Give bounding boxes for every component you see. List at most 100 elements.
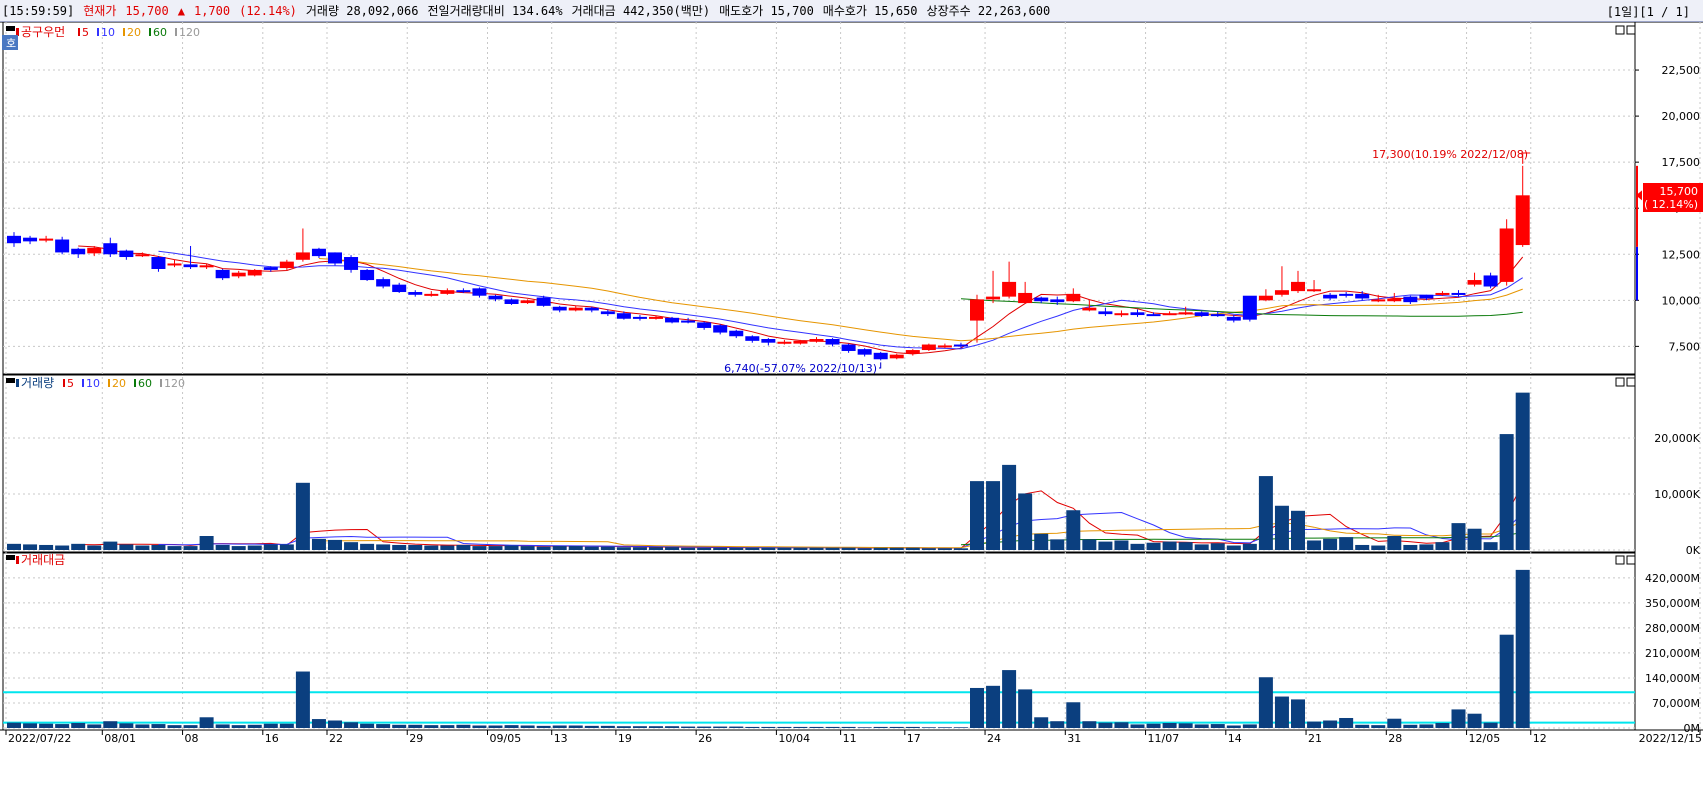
close-icon[interactable] <box>1626 555 1636 565</box>
legend-marker-icon <box>175 28 177 36</box>
volume-bar <box>440 545 455 550</box>
candle-down <box>151 257 166 269</box>
price-ma60-line <box>960 298 1523 317</box>
amount-bar <box>777 726 792 728</box>
panel-menu-icon[interactable] <box>6 378 15 383</box>
close-icon[interactable] <box>1626 25 1636 35</box>
amount-bar <box>809 726 824 728</box>
day-range-marker <box>1636 246 1638 301</box>
volume-bar <box>889 547 904 550</box>
volume-bar <box>745 547 760 550</box>
volume-bar <box>328 539 342 550</box>
volume-bar <box>1098 541 1113 550</box>
candle-down <box>1098 311 1113 315</box>
amount-bar <box>825 726 840 728</box>
volume-bar <box>1274 505 1289 550</box>
volume-bar <box>1034 533 1049 550</box>
candle-down <box>713 325 728 333</box>
panel-menu-icon[interactable] <box>6 26 15 31</box>
candle-down <box>1226 316 1241 321</box>
candle-down <box>344 257 359 270</box>
minimize-icon[interactable] <box>1615 555 1625 565</box>
amount-bar <box>456 724 471 728</box>
amount-bar <box>87 724 102 728</box>
amount-bar <box>697 726 712 728</box>
panel-menu-icon[interactable] <box>6 555 15 560</box>
volume-bar <box>841 547 856 550</box>
volume-axis-label: 0K <box>1686 544 1701 557</box>
minimize-icon[interactable] <box>1615 25 1625 35</box>
amount-bar <box>632 726 647 728</box>
amount-bar <box>376 724 391 728</box>
amount-bar <box>103 721 118 728</box>
volume-bar <box>135 545 150 550</box>
volume-bar <box>1467 528 1482 550</box>
legend-item-10: 10 <box>101 26 115 39</box>
period-paging-control[interactable]: [1일][1 / 1] <box>1607 3 1690 20</box>
volume-bar <box>199 536 214 550</box>
panel-window-icons[interactable] <box>1615 25 1636 565</box>
volume-axis-label: 20,000K <box>1654 432 1700 445</box>
amount-bar <box>183 725 198 728</box>
amount-bar <box>119 723 134 728</box>
amount-bar <box>167 725 182 728</box>
legend-marker-icon <box>149 28 151 36</box>
volume-bar <box>55 545 70 550</box>
candle-down <box>1451 292 1466 295</box>
close-icon[interactable] <box>1626 377 1636 387</box>
candle-up <box>520 300 535 304</box>
minimize-icon[interactable] <box>1615 377 1625 387</box>
amount-bar <box>1146 723 1161 728</box>
legend-marker-icon <box>63 379 65 387</box>
volume-bar <box>311 538 326 550</box>
volume-bar <box>1002 464 1017 550</box>
date-axis-label: 12/05 <box>1469 732 1501 745</box>
volume-info: 거래량 28,092,066 <box>305 4 419 18</box>
volume-bar <box>552 546 567 550</box>
amount-bar <box>713 726 728 728</box>
volume-bar <box>119 544 134 550</box>
amount-bar <box>1435 722 1450 728</box>
date-axis-label: 26 <box>698 732 712 745</box>
candle-down <box>1050 299 1065 303</box>
current-box-price: 15,700 <box>1660 185 1699 198</box>
amount-bar <box>1114 722 1129 728</box>
legend-marker-icon <box>123 28 125 36</box>
date-axis-label: 28 <box>1388 732 1402 745</box>
volume-bar <box>986 481 1001 550</box>
volume-bar <box>424 545 439 550</box>
candle-down <box>1034 297 1049 302</box>
volume-bar <box>1194 544 1209 550</box>
volume-bar <box>921 548 936 550</box>
price-axis-label: 20,000 <box>1662 110 1701 123</box>
amount-bar <box>745 726 760 728</box>
amount-bar <box>584 725 599 728</box>
volume-bar <box>1066 510 1081 550</box>
candle-up <box>1066 293 1081 302</box>
amount-bar <box>1018 689 1033 728</box>
day-range-marker <box>1636 165 1638 247</box>
volume-bar <box>665 547 680 550</box>
candle-up <box>1114 313 1129 316</box>
stock-chart[interactable]: 22,50020,00017,50015,00012,50010,0007,50… <box>0 22 1703 809</box>
candle-up <box>889 354 904 359</box>
amount-bar <box>1291 699 1305 728</box>
volume-bar <box>1499 434 1514 550</box>
candle-down <box>1355 293 1370 299</box>
legend-item-5: 5 <box>67 377 74 390</box>
volume-bar <box>504 545 519 550</box>
amount-bar <box>1194 724 1209 728</box>
candle-down <box>1242 295 1257 320</box>
legend-item-60: 60 <box>138 377 152 390</box>
volume-bar <box>1291 510 1305 550</box>
listed-shares-info: 상장주수 22,263,600 <box>926 4 1051 18</box>
date-axis-label: 13 <box>554 732 568 745</box>
panel-frame <box>2 22 1636 375</box>
amount-bar <box>295 671 310 728</box>
amount-axis-label: 420,000M <box>1645 572 1700 585</box>
panel-frame <box>2 374 1636 553</box>
axis-labels: 22,50020,00017,50015,00012,50010,0007,50… <box>8 64 1702 745</box>
candle-down <box>215 269 230 279</box>
candle-up <box>231 272 246 277</box>
date-axis-label: 14 <box>1228 732 1242 745</box>
